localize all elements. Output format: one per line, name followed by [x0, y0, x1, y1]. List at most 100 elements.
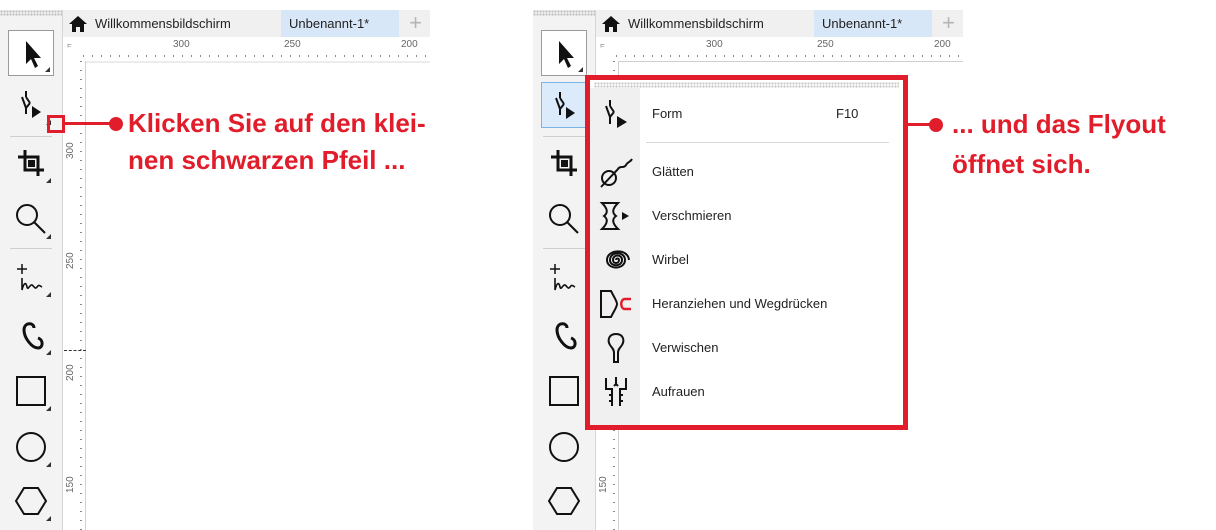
flyout-arrow-icon[interactable]: [46, 234, 51, 239]
flyout-arrow-icon: [578, 67, 583, 72]
callout-text-right-line2: öffnet sich.: [952, 149, 1091, 179]
flyout-separator: [646, 142, 889, 143]
ruler-label: 150: [65, 476, 76, 493]
crop-tool-button[interactable]: [541, 140, 587, 186]
attract-repel-tool-icon: [600, 290, 631, 318]
callout-dot: [929, 118, 943, 132]
tab-welcome-screen[interactable]: Willkommensbildschirm: [626, 10, 812, 37]
shape-tool-button[interactable]: [541, 82, 587, 128]
smear-tool-icon: [599, 202, 629, 230]
tab-untitled-document[interactable]: Unbenannt-1*: [814, 10, 932, 37]
callout-text-left-line2: nen schwarzen Pfeil ...: [128, 145, 406, 175]
rectangle-tool-button[interactable]: [8, 368, 54, 414]
flyout-item-label: Wirbel: [652, 252, 689, 267]
pick-tool-button[interactable]: [8, 30, 54, 76]
flyout-arrow-icon[interactable]: [46, 178, 51, 183]
ruler-label: 250: [284, 39, 301, 50]
freehand-tool-icon: [550, 264, 576, 291]
toolbox-separator: [543, 248, 585, 249]
add-document-button[interactable]: +: [934, 10, 963, 37]
tab-welcome-screen[interactable]: Willkommensbildschirm: [93, 10, 279, 37]
artistic-media-tool-icon: [555, 322, 577, 350]
ruler-origin-icon[interactable]: ⟔: [600, 39, 605, 52]
freehand-tool-icon: [17, 264, 43, 291]
house-icon: [69, 16, 87, 32]
house-icon: [602, 16, 620, 32]
ruler-ticks: [80, 61, 82, 530]
artistic-media-tool-button[interactable]: [541, 312, 587, 358]
flyout-arrow-icon[interactable]: [46, 350, 51, 355]
callout-dot: [109, 117, 123, 131]
pick-tool-icon: [559, 41, 574, 68]
zoom-icon: [16, 204, 46, 234]
rectangle-tool-button[interactable]: [541, 368, 587, 414]
flyout-arrow-icon: [45, 67, 50, 72]
left-panel: Willkommensbildschirm Unbenannt-1* + ⟔ 3…: [0, 0, 430, 530]
horizontal-ruler[interactable]: ⟔ 300 250 200: [63, 37, 430, 62]
ellipse-tool-button[interactable]: [8, 424, 54, 470]
document-tab-bar: Willkommensbildschirm Unbenannt-1* +: [596, 10, 963, 37]
zoom-tool-button[interactable]: [8, 196, 54, 242]
zoom-tool-button[interactable]: [541, 196, 587, 242]
freehand-tool-button[interactable]: [8, 254, 54, 300]
flyout-item-twirl[interactable]: Wirbel: [590, 238, 903, 282]
flyout-item-label: Verschmieren: [652, 208, 732, 223]
ruler-label: 250: [817, 39, 834, 50]
ruler-ticks: [83, 55, 430, 57]
ellipse-tool-button[interactable]: [541, 424, 587, 470]
freehand-tool-button[interactable]: [541, 254, 587, 300]
flyout-item-label: Glätten: [652, 164, 694, 179]
flyout-arrow-icon[interactable]: [46, 406, 51, 411]
flyout-item-smudge[interactable]: Verwischen: [590, 326, 903, 370]
flyout-item-roughen[interactable]: Aufrauen: [590, 370, 903, 414]
polygon-tool-button[interactable]: [8, 478, 54, 524]
polygon-icon: [547, 487, 581, 515]
flyout-item-smear[interactable]: Verschmieren: [590, 194, 903, 238]
home-tab[interactable]: [63, 10, 93, 37]
ruler-ticks: [616, 55, 963, 57]
pick-tool-button[interactable]: [541, 30, 587, 76]
vertical-ruler[interactable]: 300 250 200 150: [63, 61, 86, 530]
callout-text-left-line1: Klicken Sie auf den klei-: [128, 108, 426, 138]
crop-tool-icon: [551, 150, 577, 176]
flyout-item-label: Form: [652, 106, 683, 121]
ruler-origin-icon[interactable]: ⟔: [67, 39, 72, 52]
flyout-item-label: Aufrauen: [652, 384, 705, 399]
callout-text-right-line1: ... und das Flyout: [952, 109, 1166, 139]
toolbox-separator: [10, 248, 52, 249]
flyout-arrow-icon[interactable]: [46, 462, 51, 467]
flyout-item-attract-repel[interactable]: Heranziehen und Wegdrücken: [590, 282, 903, 326]
shape-tool-flyout: Form F10 Glätten Verschmieren Wirbel Her…: [585, 75, 908, 430]
pick-tool-icon: [26, 41, 41, 68]
crop-tool-button[interactable]: [8, 140, 54, 186]
flyout-item-smooth[interactable]: Glätten: [590, 150, 903, 194]
home-tab[interactable]: [596, 10, 626, 37]
rectangle-icon: [16, 376, 46, 406]
ruler-label: 150: [598, 476, 609, 493]
toolbox: [0, 10, 63, 530]
crop-tool-icon: [18, 150, 44, 176]
toolbox-grip[interactable]: [533, 10, 595, 16]
artistic-media-tool-icon: [22, 322, 44, 350]
shape-tool-icon: [605, 100, 627, 128]
flyout-arrow-icon[interactable]: [46, 292, 51, 297]
shape-tool-icon: [21, 91, 41, 118]
page-border: [86, 61, 430, 63]
horizontal-ruler[interactable]: ⟔ 300 250 200: [596, 37, 963, 62]
smooth-tool-icon: [600, 158, 633, 188]
highlight-box: [47, 115, 65, 133]
add-document-button[interactable]: +: [401, 10, 430, 37]
flyout-arrow-icon[interactable]: [46, 516, 51, 521]
ruler-label: 200: [65, 364, 76, 381]
flyout-item-form[interactable]: Form F10: [590, 92, 903, 136]
ruler-label: 300: [706, 39, 723, 50]
ruler-label: 200: [934, 39, 951, 50]
artistic-media-tool-button[interactable]: [8, 312, 54, 358]
polygon-tool-button[interactable]: [541, 478, 587, 524]
toolbox-grip[interactable]: [0, 10, 62, 16]
toolbox-separator: [543, 136, 585, 137]
tab-untitled-document[interactable]: Unbenannt-1*: [281, 10, 399, 37]
roughen-tool-icon: [605, 377, 627, 406]
rectangle-icon: [549, 376, 579, 406]
smudge-tool-icon: [607, 332, 625, 363]
